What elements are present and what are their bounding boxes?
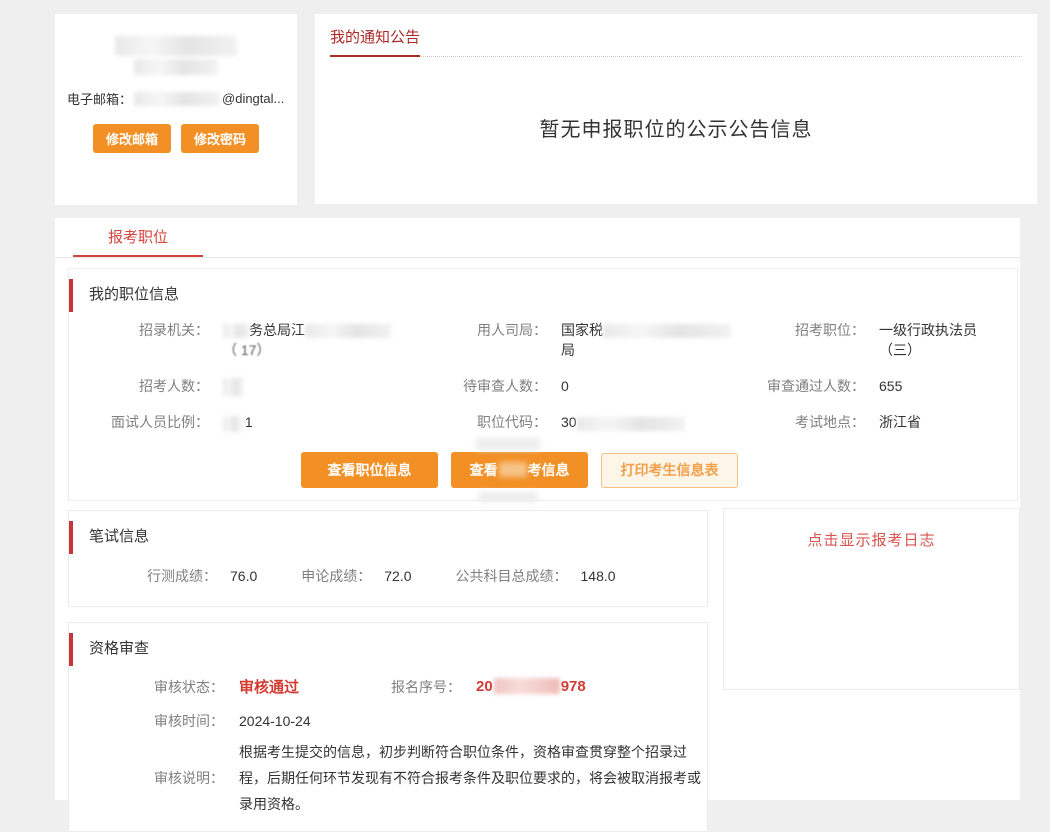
total-label: 公共科目总成绩：: [456, 568, 568, 584]
headcount-value: [223, 376, 423, 396]
show-apply-log-link[interactable]: 点击显示报考日志: [724, 529, 1019, 550]
ratio-value: 1: [223, 412, 423, 432]
qualification-time-row: 审核时间： 2024-10-24: [69, 711, 707, 731]
ratio-fragment: 1: [245, 414, 253, 430]
recruit-org-fragment: 务总局江: [249, 322, 305, 338]
redacted-blur: [134, 59, 218, 75]
qualification-box: 资格审查 审核状态： 审核通过 报名序号： 20 978 审核时间： 2024-1…: [68, 622, 708, 832]
dept-label: 用人司局：: [437, 320, 547, 340]
redacted-blur: [499, 462, 527, 477]
notice-title: 我的通知公告: [330, 26, 420, 57]
position-info-title-text: 我的职位信息: [89, 286, 179, 303]
shenlun-value: 72.0: [384, 568, 411, 584]
redacted-blur: [479, 492, 537, 502]
serial-pair: 报名序号： 20 978: [381, 677, 586, 697]
status-label: 审核状态：: [69, 677, 224, 697]
user-name-redacted: [55, 14, 297, 75]
print-candidate-form-button[interactable]: 打印考生信息表: [601, 453, 738, 488]
redacted-blur: [134, 92, 220, 106]
qualification-title-text: 资格审查: [89, 640, 149, 657]
shenlun-label: 申论成绩：: [301, 568, 371, 584]
written-exam-title-text: 笔试信息: [89, 528, 149, 545]
location-label: 考试地点：: [760, 412, 865, 432]
notice-header: 我的通知公告: [330, 14, 1022, 57]
view-application-suffix: 考信息: [528, 462, 570, 478]
xingce-label: 行测成绩：: [147, 568, 217, 584]
recruit-org-value: 务总局江 （ 17）: [223, 320, 423, 360]
redacted-blur: [494, 678, 560, 694]
serial-label: 报名序号：: [381, 677, 461, 697]
dept-value: 国家税 局: [561, 320, 746, 360]
qualification-status-row: 审核状态： 审核通过 报名序号： 20 978: [69, 676, 707, 697]
score-row: 行测成绩： 76.0 申论成绩： 72.0 公共科目总成绩： 148.0: [147, 566, 707, 586]
dept-fragment: 国家税: [561, 322, 603, 338]
ratio-label: 面试人员比例：: [89, 412, 209, 432]
xingce-value: 76.0: [230, 568, 257, 584]
pending-label: 待审查人数：: [437, 376, 547, 396]
position-info-box: 我的职位信息 招录机关： 务总局江 （ 17） 用人司局： 国家税 局 招考职位…: [68, 268, 1018, 501]
redacted-blur: [577, 417, 685, 431]
view-application-prefix: 查看: [470, 462, 498, 478]
qualification-title: 资格审查: [69, 623, 707, 658]
redacted-blur: [305, 324, 391, 338]
tab-bar: 报考职位: [55, 218, 1020, 258]
profile-card: 电子邮箱： @dingtal... 修改邮箱 修改密码: [55, 14, 297, 205]
accent-bar: [69, 633, 73, 666]
code-label: 职位代码：: [437, 412, 547, 432]
review-time-label: 审核时间：: [69, 711, 224, 731]
notice-empty-message: 暂无申报职位的公示公告信息: [330, 113, 1022, 142]
position-info-title: 我的职位信息: [69, 269, 1017, 304]
code-fragment: 30: [561, 414, 577, 430]
passed-value: 655: [879, 376, 1019, 396]
serial-value: 20 978: [476, 678, 586, 695]
recruit-org-fragment2: （ 17）: [223, 342, 270, 358]
redacted-blur: [115, 36, 237, 56]
redacted-blur: [603, 324, 731, 338]
change-password-button[interactable]: 修改密码: [181, 124, 259, 153]
email-domain: @dingtal...: [222, 91, 284, 106]
redacted-blur: [223, 416, 241, 432]
tab-apply-position[interactable]: 报考职位: [73, 218, 203, 257]
view-position-button[interactable]: 查看职位信息: [301, 452, 438, 488]
status-value: 审核通过: [239, 676, 299, 697]
code-value: 30: [561, 412, 746, 432]
notice-panel: 我的通知公告 暂无申报职位的公示公告信息: [315, 14, 1037, 204]
change-email-button[interactable]: 修改邮箱: [93, 124, 171, 153]
redacted-blur: [223, 378, 243, 396]
written-exam-box: 笔试信息 行测成绩： 76.0 申论成绩： 72.0 公共科目总成绩： 148.0: [68, 510, 708, 607]
serial-prefix: 20: [476, 678, 493, 695]
total-score: 公共科目总成绩： 148.0: [456, 566, 616, 586]
recruit-org-label: 招录机关：: [89, 320, 209, 340]
passed-label: 审查通过人数：: [760, 376, 865, 396]
position-field-grid: 招录机关： 务总局江 （ 17） 用人司局： 国家税 局 招考职位： 一级行政执…: [89, 320, 1017, 432]
dept-fragment2: 局: [561, 342, 575, 358]
redacted-blur: [476, 438, 540, 450]
pending-value: 0: [561, 376, 746, 396]
accent-bar: [69, 521, 73, 554]
review-note-label: 审核说明：: [69, 768, 224, 788]
accent-bar: [69, 279, 73, 312]
qualification-note-row: 审核说明： 根据考生提交的信息，初步判断符合职位条件，资格审查贯穿整个招录过程，…: [69, 739, 707, 817]
written-exam-title: 笔试信息: [69, 511, 707, 546]
total-value: 148.0: [581, 568, 616, 584]
shenlun-score: 申论成绩： 72.0: [301, 566, 411, 586]
xingce-score: 行测成绩： 76.0: [147, 566, 257, 586]
email-row: 电子邮箱： @dingtal...: [55, 75, 297, 108]
review-note-text: 根据考生提交的信息，初步判断符合职位条件，资格审查贯穿整个招录过程，后期任何环节…: [239, 739, 705, 817]
location-value: 浙江省: [879, 412, 1019, 432]
serial-suffix: 978: [561, 678, 586, 695]
position-buttons-row: 查看职位信息 查看 考信息 打印考生信息表: [301, 452, 1017, 488]
redacted-blur: [223, 324, 249, 338]
main-panel: 报考职位 我的职位信息 招录机关： 务总局江 （ 17） 用人司局： 国家税 局…: [55, 218, 1020, 800]
post-value: 一级行政执法员（三）: [879, 320, 981, 360]
headcount-label: 招考人数：: [89, 376, 209, 396]
view-application-button[interactable]: 查看 考信息: [451, 452, 588, 488]
review-time-value: 2024-10-24: [239, 713, 311, 729]
email-label: 电子邮箱：: [67, 89, 132, 108]
post-label: 招考职位：: [760, 320, 865, 340]
apply-log-box: 点击显示报考日志: [723, 508, 1020, 690]
